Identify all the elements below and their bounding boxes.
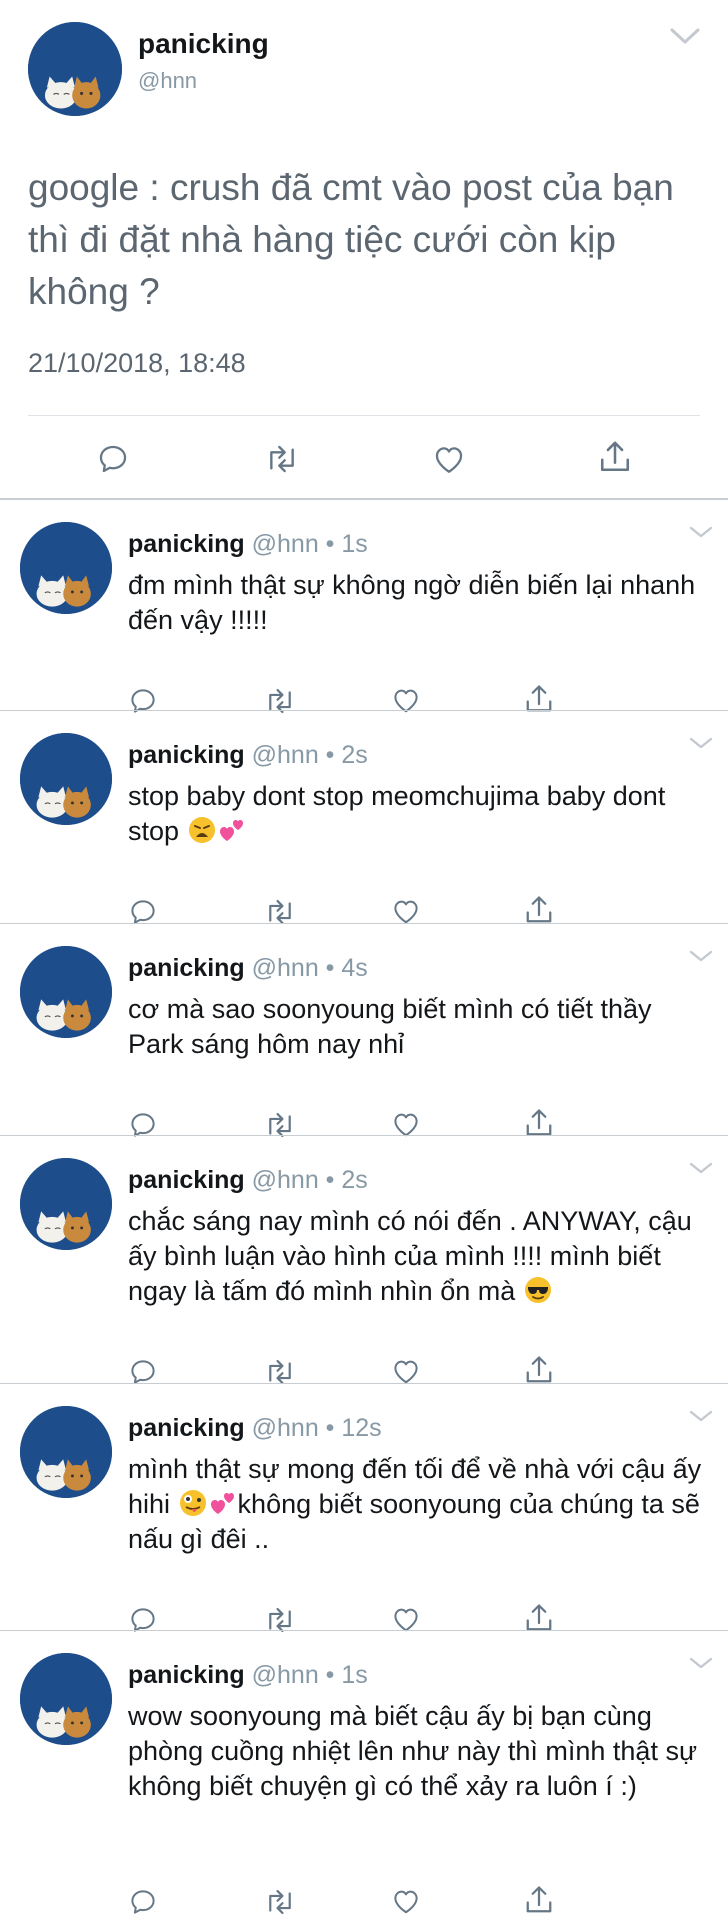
two-hearts-emoji-icon (217, 815, 247, 845)
chevron-down-icon[interactable] (668, 24, 702, 48)
display-name[interactable]: panicking (128, 1661, 245, 1689)
chevron-down-icon[interactable] (688, 1655, 714, 1671)
handle-and-time: @hnn • 1s (251, 530, 368, 558)
reply-tweet[interactable]: panicking @hnn • 1s đm mình thật sự khôn… (0, 500, 728, 714)
handle-and-time: @hnn • 4s (251, 954, 368, 982)
chevron-down-icon[interactable] (688, 948, 714, 964)
zany-face-emoji-icon (178, 1488, 208, 1518)
cat-avatar-icon (20, 733, 112, 825)
avatar[interactable] (20, 946, 112, 1038)
tweet-header: panicking @hnn • 12s (128, 1414, 382, 1443)
display-name[interactable]: panicking (128, 1166, 245, 1194)
heart-icon[interactable] (391, 1357, 421, 1385)
main-tweet: panicking @hnn google : crush đã cmt vào… (0, 0, 728, 500)
avatar[interactable] (20, 1653, 112, 1745)
tweet-text: đm mình thật sự không ngờ diễn biến lại … (128, 570, 696, 635)
share-icon[interactable] (598, 438, 632, 476)
heart-icon[interactable] (432, 443, 466, 475)
retweet-icon[interactable] (263, 1887, 297, 1917)
display-name[interactable]: panicking (138, 28, 269, 60)
heart-icon[interactable] (391, 1605, 421, 1633)
reply-tweet[interactable]: panicking @hnn • 4s cơ mà sao soonyoung … (0, 924, 728, 1138)
tweet-header: panicking @hnn • 1s (128, 1661, 368, 1690)
display-name[interactable]: panicking (128, 530, 245, 558)
tweet-header: panicking @hnn • 1s (128, 530, 368, 559)
display-name[interactable]: panicking (128, 954, 245, 982)
handle-and-time: @hnn • 2s (251, 1166, 368, 1194)
tweet-header: panicking @hnn • 4s (128, 954, 368, 983)
tweet-header: panicking @hnn • 2s (128, 1166, 368, 1195)
weary-face-emoji-icon (187, 815, 217, 845)
avatar[interactable] (20, 1406, 112, 1498)
retweet-icon[interactable] (263, 443, 301, 475)
user-handle[interactable]: @hnn (138, 68, 197, 94)
handle-and-time: @hnn • 2s (251, 741, 368, 769)
heart-icon[interactable] (391, 897, 421, 925)
handle-and-time: @hnn • 12s (251, 1414, 382, 1442)
share-icon[interactable] (524, 1353, 554, 1387)
handle-and-time: @hnn • 1s (251, 1661, 368, 1689)
avatar[interactable] (20, 733, 112, 825)
cat-avatar-icon (20, 1406, 112, 1498)
chevron-down-icon[interactable] (688, 735, 714, 751)
reply-icon[interactable] (96, 442, 130, 476)
divider (28, 415, 700, 416)
avatar[interactable] (20, 522, 112, 614)
share-icon[interactable] (524, 1883, 554, 1917)
chevron-down-icon[interactable] (688, 1408, 714, 1424)
tweet-text: google : crush đã cmt vào post của bạn t… (28, 167, 674, 312)
chevron-down-icon[interactable] (688, 1160, 714, 1176)
display-name[interactable]: panicking (128, 1414, 245, 1442)
tweet-text: mình thật sự mong đến tối để về nhà với … (128, 1454, 702, 1554)
tweet-header: panicking @hnn • 2s (128, 741, 368, 770)
avatar[interactable] (28, 22, 122, 116)
cat-avatar-icon (20, 1158, 112, 1250)
cat-avatar-icon (20, 522, 112, 614)
reply-tweet[interactable]: panicking @hnn • 12s mình thật sự mong đ… (0, 1384, 728, 1633)
reply-tweet[interactable]: panicking @hnn • 2s stop baby dont stop … (0, 711, 728, 927)
avatar[interactable] (20, 1158, 112, 1250)
tweet-text: cơ mà sao soonyoung biết mình có tiết th… (128, 994, 652, 1059)
tweet-text: wow soonyoung mà biết cậu ấy bị bạn cùng… (128, 1701, 698, 1801)
reply-tweet[interactable]: panicking @hnn • 2s chắc sáng nay mình c… (0, 1136, 728, 1387)
heart-icon[interactable] (391, 1887, 421, 1915)
tweet-text: stop baby dont stop meomchujima baby don… (128, 781, 666, 846)
two-hearts-emoji-icon (208, 1488, 238, 1518)
cat-avatar-icon (20, 1653, 112, 1745)
sunglasses-face-emoji-icon (523, 1275, 553, 1305)
share-icon[interactable] (524, 893, 554, 927)
tweet-text: chắc sáng nay mình có nói đến . ANYWAY, … (128, 1206, 692, 1306)
cat-avatar-icon (28, 22, 122, 116)
tweet-timestamp: 21/10/2018, 18:48 (28, 348, 246, 378)
reply-icon[interactable] (128, 1887, 158, 1917)
cat-avatar-icon (20, 946, 112, 1038)
heart-icon[interactable] (391, 1110, 421, 1138)
display-name[interactable]: panicking (128, 741, 245, 769)
reply-tweet[interactable]: panicking @hnn • 1s wow soonyoung mà biế… (0, 1631, 728, 1920)
chevron-down-icon[interactable] (688, 524, 714, 540)
